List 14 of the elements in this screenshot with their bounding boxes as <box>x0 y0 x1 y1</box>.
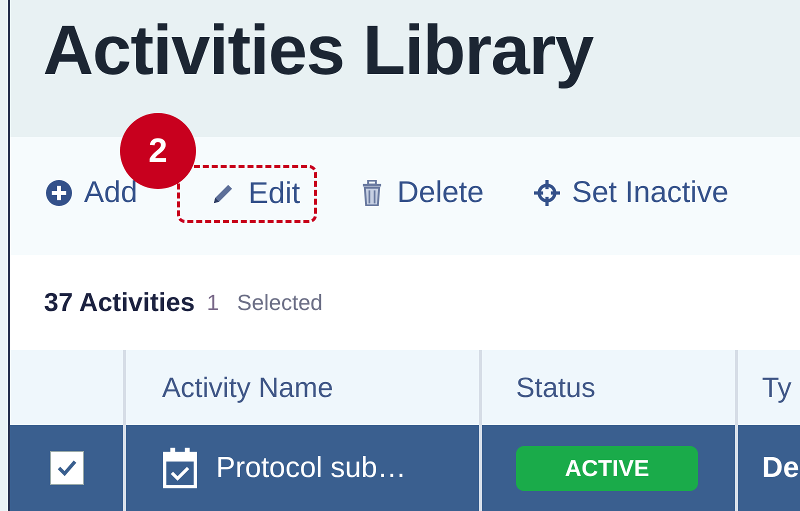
column-header[interactable]: Ty <box>738 350 800 425</box>
selected-count: 1 <box>206 290 220 316</box>
status-badge: ACTIVE <box>516 446 698 490</box>
activities-count: 37 Activities <box>44 287 195 318</box>
crosshair-icon <box>534 180 560 206</box>
activity-name[interactable]: Protocol sub… <box>216 452 406 484</box>
table-row[interactable]: Protocol sub… ACTIVE De <box>10 425 800 511</box>
plus-circle-icon <box>46 180 72 206</box>
row-checkbox[interactable] <box>50 451 84 485</box>
delete-button[interactable]: Delete <box>357 165 500 221</box>
table-cell: De <box>762 452 800 484</box>
selected-label: Selected <box>237 290 323 316</box>
page-title: Activities Library <box>43 12 593 89</box>
calendar-check-icon <box>162 447 198 489</box>
